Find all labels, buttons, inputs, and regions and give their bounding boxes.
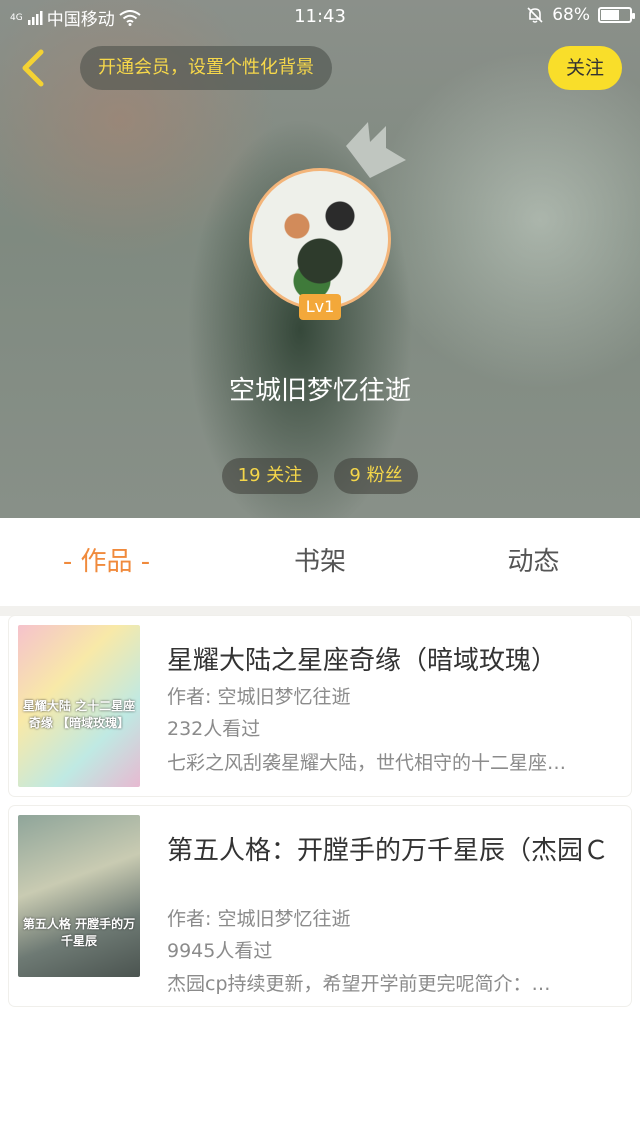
book-title: 第五人格：开膛手的万千星辰（杰园Ｃ — [167, 836, 610, 866]
book-views: 232人看过 — [167, 718, 261, 740]
back-button[interactable] — [14, 46, 54, 90]
status-right: 68% — [526, 5, 635, 25]
tab-works[interactable]: - 作品 - — [0, 518, 213, 606]
battery-level — [601, 10, 619, 20]
username: 空城旧梦忆往逝 — [228, 376, 411, 406]
followers-count[interactable]: 9 粉丝 — [334, 458, 418, 494]
status-bar: 4G 中国移动 11:43 68% — [0, 0, 640, 32]
cover-title: 第五人格 开膛手的万千星辰 — [22, 917, 136, 948]
book-summary: 杰园cp持续更新，希望开学前更完呢简介：… — [167, 973, 551, 995]
battery-percent: 68% — [552, 5, 590, 25]
book-views: 9945人看过 — [167, 940, 273, 962]
list-item[interactable]: 第五人格 开膛手的万千星辰 第五人格：开膛手的万千星辰（杰园Ｃ 作者: 空城旧梦… — [9, 806, 631, 1006]
avatar-container[interactable]: Lv1 — [249, 168, 391, 320]
level-badge: Lv1 — [299, 294, 341, 320]
tab-bookshelf[interactable]: 书架 — [213, 518, 427, 606]
book-cover: 星耀大陆 之十二星座奇缘 【暗域玫瑰】 — [18, 625, 140, 787]
mute-bell-icon — [527, 7, 543, 23]
book-summary: 七彩之风刮袭星耀大陆，世代相守的十二星座… — [167, 752, 567, 774]
list-item[interactable]: 星耀大陆 之十二星座奇缘 【暗域玫瑰】 星耀大陆之星座奇缘（暗域玫瑰） 作者: … — [9, 616, 631, 796]
battery-icon — [598, 7, 635, 23]
chevron-left-icon — [22, 49, 44, 87]
follow-button[interactable]: 关注 — [548, 46, 622, 90]
book-title: 星耀大陆之星座奇缘（暗域玫瑰） — [167, 646, 558, 676]
book-author: 作者: 空城旧梦忆往逝 — [167, 686, 351, 708]
profile-tabs: - 作品 - 书架 动态 — [0, 518, 640, 606]
following-count[interactable]: 19 关注 — [222, 458, 318, 494]
profile-header: 4G 中国移动 11:43 68% 开通会员，设置个性化背景 关注 Lv1 空城… — [0, 0, 640, 518]
cover-title: 星耀大陆 之十二星座奇缘 【暗域玫瑰】 — [22, 699, 136, 730]
vip-promo-button[interactable]: 开通会员，设置个性化背景 — [80, 46, 332, 90]
book-author: 作者: 空城旧梦忆往逝 — [167, 908, 351, 930]
avatar[interactable] — [249, 168, 391, 310]
divider — [0, 606, 640, 616]
book-cover: 第五人格 开膛手的万千星辰 — [18, 815, 140, 977]
tab-activity[interactable]: 动态 — [427, 518, 640, 606]
